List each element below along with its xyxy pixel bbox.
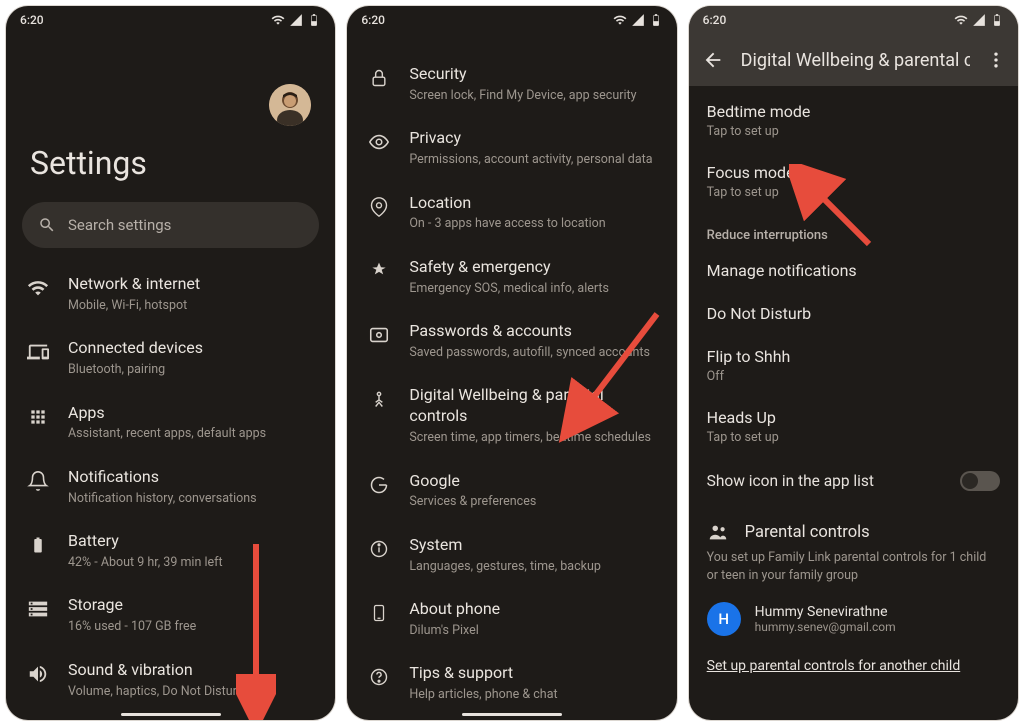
status-icons bbox=[954, 13, 1004, 27]
nav-handle[interactable] bbox=[121, 713, 221, 716]
screen-content: Bedtime mode Tap to set up Focus mode Ta… bbox=[689, 86, 1018, 720]
phone-settings-home: 6:20 Settings Search settings Network & … bbox=[6, 6, 335, 720]
screen-content: SecurityScreen lock, Find My Device, app… bbox=[347, 34, 676, 720]
more-button[interactable] bbox=[984, 50, 1008, 70]
info-icon bbox=[367, 537, 391, 561]
lock-icon bbox=[367, 66, 391, 90]
toggle-switch-off[interactable] bbox=[960, 471, 1000, 491]
settings-item-passwords[interactable]: Passwords & accountsSaved passwords, aut… bbox=[353, 309, 670, 373]
settings-item-battery[interactable]: Battery42% - About 9 hr, 39 min left bbox=[12, 519, 329, 583]
parental-controls-header: Parental controls bbox=[689, 505, 1018, 549]
wifi-icon bbox=[26, 276, 50, 300]
bell-icon bbox=[26, 469, 50, 493]
item-bedtime-mode[interactable]: Bedtime mode Tap to set up bbox=[689, 90, 1018, 151]
settings-item-location[interactable]: LocationOn - 3 apps have access to locat… bbox=[353, 181, 670, 245]
item-show-icon-toggle[interactable]: Show icon in the app list bbox=[689, 457, 1018, 505]
status-bar: 6:20 bbox=[347, 6, 676, 34]
family-icon bbox=[707, 521, 729, 543]
settings-item-sound[interactable]: Sound & vibrationVolume, haptics, Do Not… bbox=[12, 648, 329, 712]
storage-icon bbox=[26, 597, 50, 621]
key-icon bbox=[367, 323, 391, 347]
search-icon bbox=[38, 216, 56, 234]
help-icon bbox=[367, 665, 391, 689]
settings-item-network[interactable]: Network & internetMobile, Wi-Fi, hotspot bbox=[12, 262, 329, 326]
item-heads-up[interactable]: Heads Up Tap to set up bbox=[689, 396, 1018, 457]
status-icons bbox=[271, 13, 321, 27]
settings-list: SecurityScreen lock, Find My Device, app… bbox=[347, 34, 676, 716]
volume-icon bbox=[26, 662, 50, 686]
status-bar: 6:20 bbox=[689, 6, 1018, 34]
child-name: Hummy Senevirathne bbox=[755, 604, 896, 620]
search-bar[interactable]: Search settings bbox=[22, 202, 319, 248]
screen-content: Settings Search settings Network & inter… bbox=[6, 34, 335, 720]
item-do-not-disturb[interactable]: Do Not Disturb bbox=[689, 292, 1018, 335]
settings-item-connected-devices[interactable]: Connected devicesBluetooth, pairing bbox=[12, 326, 329, 390]
privacy-icon bbox=[367, 130, 391, 154]
apps-icon bbox=[26, 405, 50, 429]
status-time: 6:20 bbox=[20, 13, 44, 27]
emergency-icon bbox=[367, 259, 391, 283]
settings-item-privacy[interactable]: PrivacyPermissions, account activity, pe… bbox=[353, 116, 670, 180]
google-icon bbox=[367, 473, 391, 497]
phone-digital-wellbeing: 6:20 Digital Wellbeing & parental co… Be… bbox=[689, 6, 1018, 720]
battery-icon bbox=[26, 533, 50, 557]
settings-item-tips[interactable]: Tips & supportHelp articles, phone & cha… bbox=[353, 651, 670, 715]
settings-item-about-phone[interactable]: About phoneDilum's Pixel bbox=[353, 587, 670, 651]
nav-handle[interactable] bbox=[462, 713, 562, 716]
settings-item-safety[interactable]: Safety & emergencyEmergency SOS, medical… bbox=[353, 245, 670, 309]
child-avatar: H bbox=[707, 602, 741, 636]
settings-list: Network & internetMobile, Wi-Fi, hotspot… bbox=[6, 262, 335, 720]
settings-item-system[interactable]: SystemLanguages, gestures, time, backup bbox=[353, 523, 670, 587]
status-time: 6:20 bbox=[703, 13, 727, 27]
settings-item-apps[interactable]: AppsAssistant, recent apps, default apps bbox=[12, 391, 329, 455]
back-button[interactable] bbox=[699, 46, 727, 74]
parental-controls-desc: You set up Family Link parental controls… bbox=[689, 549, 1018, 594]
location-icon bbox=[367, 195, 391, 219]
status-time: 6:20 bbox=[361, 13, 385, 27]
appbar-title: Digital Wellbeing & parental co… bbox=[741, 50, 970, 71]
settings-item-notifications[interactable]: NotificationsNotification history, conve… bbox=[12, 455, 329, 519]
settings-item-storage[interactable]: Storage16% used - 107 GB free bbox=[12, 583, 329, 647]
devices-icon bbox=[26, 340, 50, 364]
child-email: hummy.senev@gmail.com bbox=[755, 620, 896, 634]
phone-settings-scrolled: 6:20 SecurityScreen lock, Find My Device… bbox=[347, 6, 676, 720]
status-icons bbox=[613, 13, 663, 27]
section-reduce-interruptions: Reduce interruptions bbox=[689, 212, 1018, 249]
settings-item-google[interactable]: GoogleServices & preferences bbox=[353, 459, 670, 523]
search-placeholder: Search settings bbox=[68, 216, 171, 234]
child-account-row[interactable]: H Hummy Senevirathne hummy.senev@gmail.c… bbox=[689, 594, 1018, 644]
setup-another-child-link[interactable]: Set up parental controls for another chi… bbox=[689, 644, 1018, 688]
item-focus-mode[interactable]: Focus mode Tap to set up bbox=[689, 151, 1018, 212]
settings-item-security[interactable]: SecurityScreen lock, Find My Device, app… bbox=[353, 52, 670, 116]
phone-icon bbox=[367, 601, 391, 625]
wellbeing-icon bbox=[367, 387, 391, 411]
settings-item-digital-wellbeing[interactable]: Digital Wellbeing & parental controlsScr… bbox=[353, 373, 670, 458]
status-bar: 6:20 bbox=[6, 6, 335, 34]
app-bar: Digital Wellbeing & parental co… bbox=[689, 34, 1018, 86]
item-flip-to-shhh[interactable]: Flip to Shhh Off bbox=[689, 335, 1018, 396]
item-manage-notifications[interactable]: Manage notifications bbox=[689, 249, 1018, 292]
